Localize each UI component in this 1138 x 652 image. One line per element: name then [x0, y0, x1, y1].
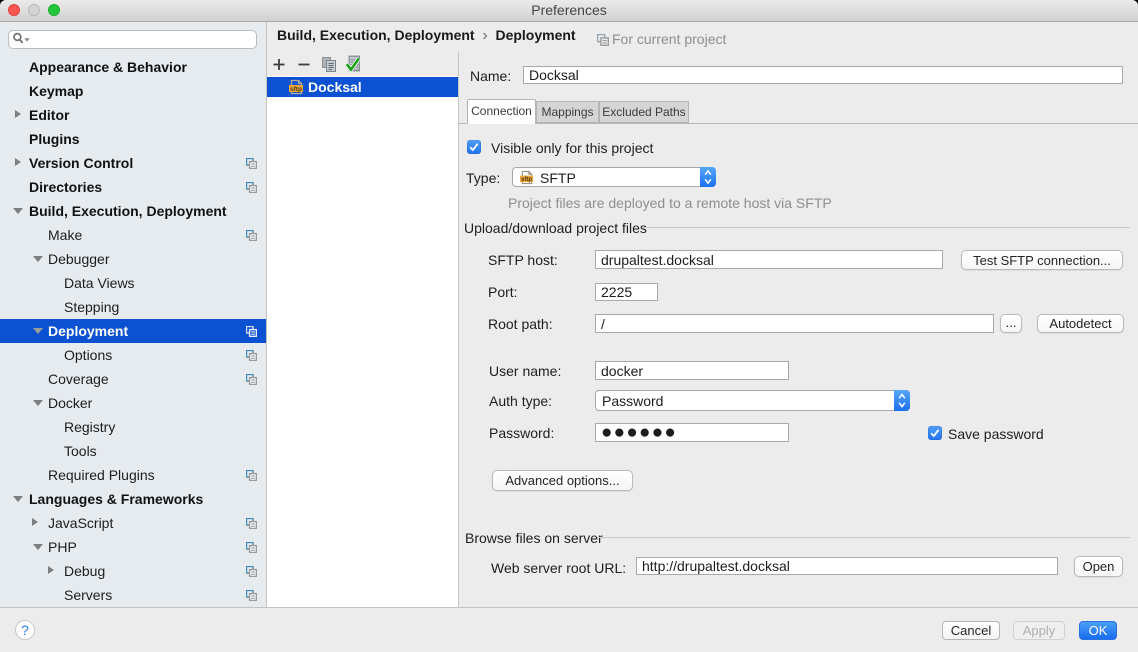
svg-text:sftp: sftp	[521, 177, 532, 183]
svg-text:sftp: sftp	[290, 86, 302, 93]
